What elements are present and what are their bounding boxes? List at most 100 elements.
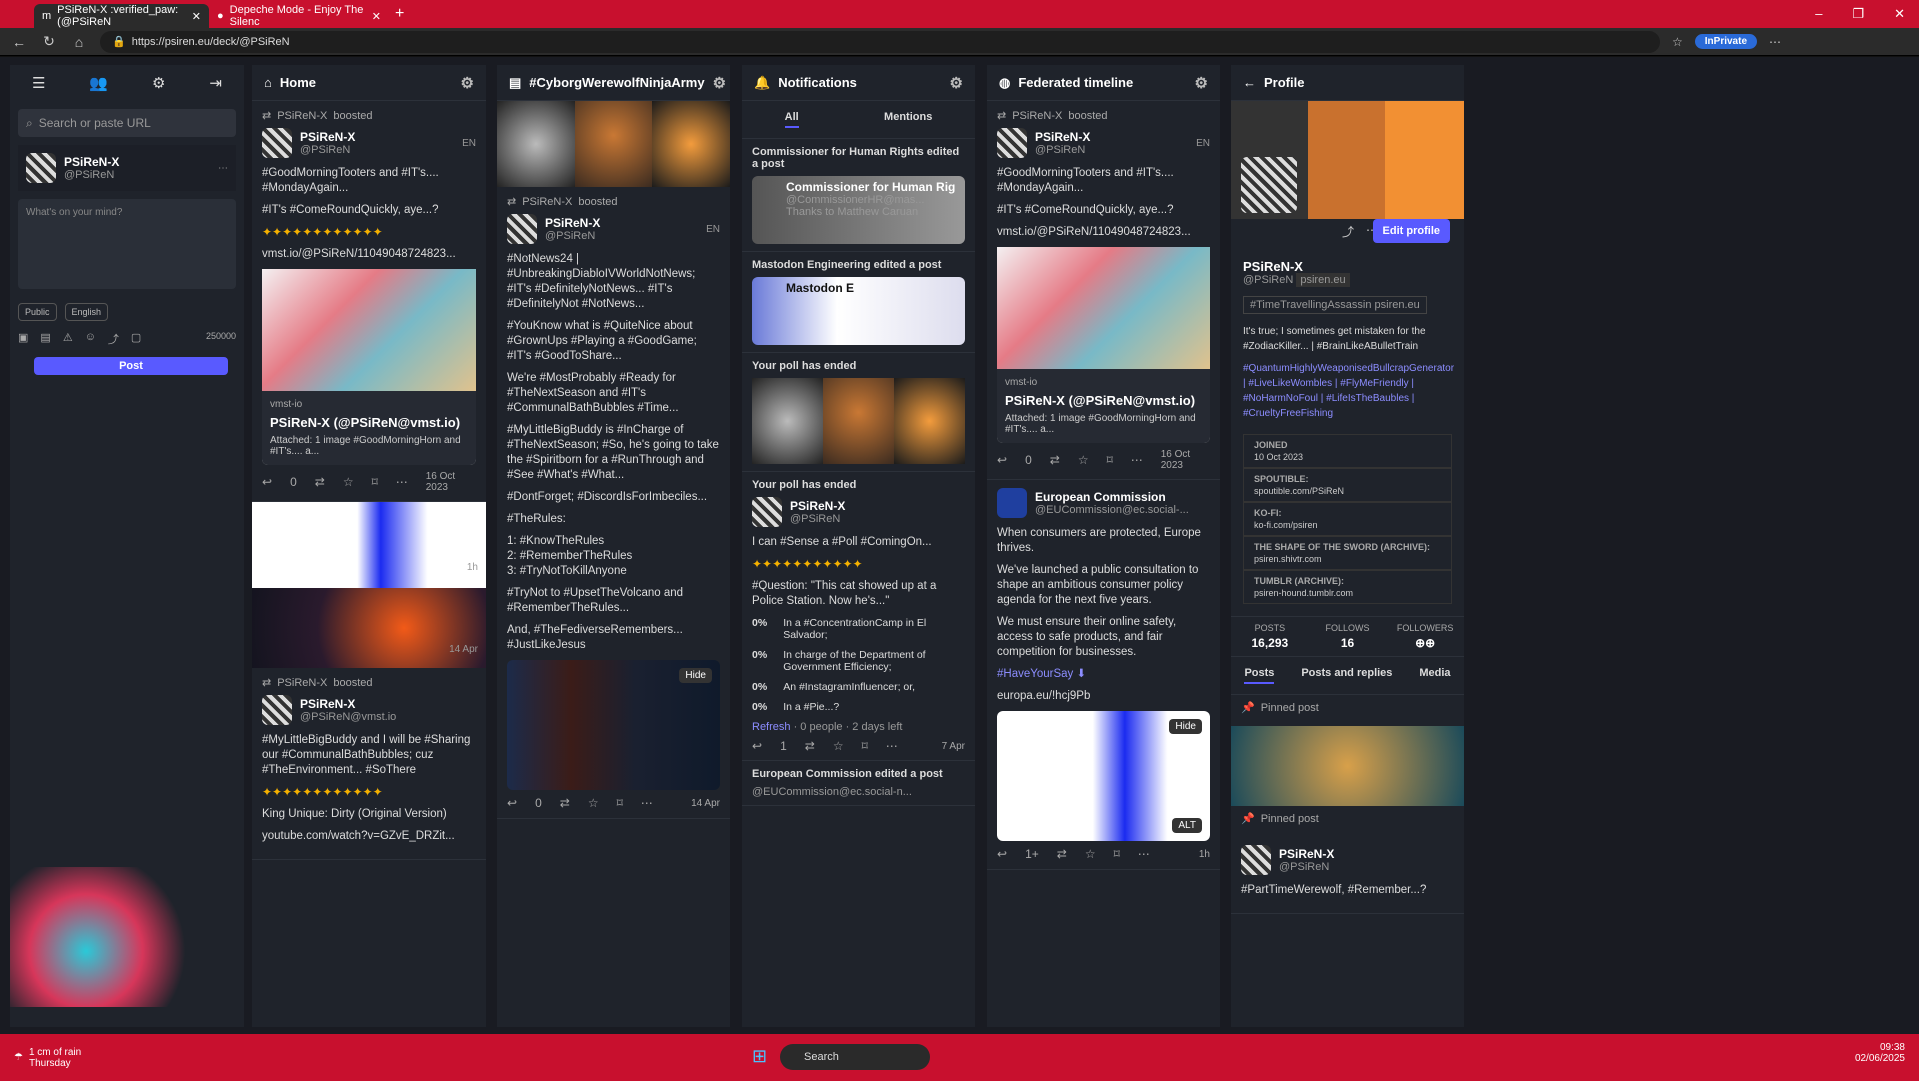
link-preview-card[interactable]: vmst-io PSiReN-X (@PSiReN@vmst.io) Attache… [997,247,1210,443]
emoji-icon[interactable]: ☺ [85,331,96,347]
close-icon[interactable]: ✕ [192,10,201,23]
settings-icon[interactable]: ⚙ [152,74,165,92]
tab-media[interactable]: Media [1419,667,1450,684]
star-icon[interactable]: ☆ [1672,35,1683,49]
more-icon[interactable]: ⋯ [396,475,408,489]
posts-stat[interactable]: POSTS 16,293 [1231,617,1309,656]
collapsed-post-images[interactable] [497,101,730,187]
close-window-icon[interactable]: ✕ [1894,6,1905,22]
post-author[interactable]: PSiReN-X @PSiReN EN [507,214,720,244]
bookmark-icon[interactable]: ⌑ [617,796,623,810]
url-field[interactable]: 🔒 https://psiren.eu/deck/@PSiReN [100,30,1660,53]
tab-mentions[interactable]: Mentions [884,111,932,128]
post-author[interactable]: PSiReN-X @PSiReN@vmst.io [262,695,476,725]
boost-icon[interactable]: ⇄ [805,739,815,753]
post-date[interactable]: 16 Oct 2023 [1161,449,1210,471]
post-link[interactable]: youtube.com/watch?v=GZvE_DRZit... [262,829,476,844]
post-date[interactable]: 1h [467,562,478,573]
inprivate-badge[interactable]: InPrivate [1694,34,1758,49]
post-link[interactable]: vmst.io/@PSiReN/11049048724823... [997,225,1210,240]
status-post[interactable]: ⇄ PSiReN-X boosted PSiReN-X @PSiReN@vmst.io… [252,668,486,860]
status-post[interactable]: ⇄ PSiReN-X boosted PSiReN-X @PSiReN EN #Good… [252,101,486,502]
field-value[interactable]: spoutible.com/PSiReN [1254,486,1441,496]
favourite-icon[interactable]: ☆ [588,796,599,810]
menu-icon[interactable]: ☰ [32,74,45,92]
draft-icon[interactable]: ▢ [131,331,141,347]
post-image[interactable]: Hide ALT [997,711,1210,841]
hide-media-button[interactable]: Hide [679,668,712,683]
post-link[interactable]: vmst.io/@PSiReN/11049048724823... [262,247,476,262]
more-icon[interactable]: ⋯ [641,796,653,810]
maximize-icon[interactable]: ❐ [1852,6,1864,22]
follows-stat[interactable]: FOLLOWS 16 [1309,617,1387,656]
minimize-icon[interactable]: – [1815,6,1822,22]
favourite-icon[interactable]: ☆ [1078,453,1089,467]
post-date[interactable]: 14 Apr [691,798,720,809]
post-author[interactable]: European Commission @EUCommission@ec.soci… [997,488,1210,518]
featured-tag[interactable]: #TimeTravellingAssassin psiren.eu [1243,296,1427,314]
hide-media-button[interactable]: Hide [1169,719,1202,734]
bookmark-icon[interactable]: ⌑ [372,475,378,489]
tab-posts-replies[interactable]: Posts and replies [1301,667,1392,684]
pinned-post-collapsed[interactable] [1231,726,1464,806]
post-author[interactable]: PSiReN-X @PSiReN [752,497,965,527]
notification-item[interactable]: Commissioner for Human Rights edited a p… [742,139,975,252]
notification-preview[interactable] [752,378,965,464]
video-thumbnail[interactable] [997,247,1210,369]
favourite-icon[interactable]: ☆ [833,739,844,753]
post-date[interactable]: 14 Apr [449,644,478,655]
new-tab-button[interactable]: + [395,5,404,23]
gear-icon[interactable]: ⚙ [950,74,963,92]
compose-textarea[interactable]: What's on your mind? [18,199,236,289]
boost-icon[interactable]: ⇄ [1050,453,1060,467]
visibility-button[interactable]: Public [18,303,57,321]
post-author[interactable]: PSiReN-X @PSiReN EN [262,128,476,158]
link-preview-card[interactable]: vmst-io PSiReN-X (@PSiReN@vmst.io) Attache… [262,269,476,465]
media-gallery[interactable]: Hide [507,660,720,790]
back-icon[interactable]: ← [10,34,28,50]
favourite-icon[interactable]: ☆ [1085,847,1096,861]
notification-item[interactable]: European Commission edited a post @EUComm… [742,761,975,806]
people-icon[interactable]: 👥 [89,74,108,92]
bookmark-icon[interactable]: ⌑ [1114,847,1120,861]
followers-stat[interactable]: FOLLOWERS ⊕⊕ [1386,617,1464,656]
more-icon[interactable]: ⋯ [1769,35,1781,49]
more-icon[interactable]: ⋯ [1138,847,1150,861]
edit-profile-button[interactable]: Edit profile [1372,219,1450,243]
status-post[interactable]: ⇄ PSiReN-X boosted PSiReN-X @PSiReN EN #Good… [987,101,1220,480]
poll-icon[interactable]: ▤ [40,331,50,347]
refresh-poll-link[interactable]: Refresh [752,721,791,733]
notification-item[interactable]: Your poll has ended PSiReN-X @PSiReN I ca… [742,472,975,761]
status-post[interactable]: European Commission @EUCommission@ec.soci… [987,480,1220,870]
image-icon[interactable]: ▣ [18,331,28,347]
collapsed-post-fire[interactable]: 14 Apr [252,588,486,668]
reply-icon[interactable]: ↩ [997,847,1007,861]
tab-depeche[interactable]: ● Depeche Mode - Enjoy The Silenc ✕ [209,4,389,28]
logout-icon[interactable]: ⇥ [209,74,222,92]
tab-all[interactable]: All [784,111,799,128]
post-date[interactable]: 16 Oct 2023 [426,471,476,493]
gear-icon[interactable]: ⚙ [461,74,474,92]
close-icon[interactable]: ✕ [372,10,381,23]
bookmark-icon[interactable]: ⌑ [1107,453,1113,467]
bookmark-icon[interactable]: ⌑ [862,739,868,753]
favourite-icon[interactable]: ☆ [343,475,354,489]
status-post[interactable]: ⇄ PSiReN-X boosted PSiReN-X @PSiReN EN #NotN… [497,187,730,819]
share-icon[interactable]: ⤴ [1342,223,1354,240]
more-icon[interactable]: ⋯ [886,739,898,753]
notification-preview[interactable]: Mastodon E [752,277,965,345]
reply-icon[interactable]: ↩ [997,453,1007,467]
more-icon[interactable]: ⋯ [1131,453,1143,467]
field-value[interactable]: ko-fi.com/psiren [1254,520,1441,530]
taskbar-search[interactable]: Search [780,1044,930,1070]
tab-psiren[interactable]: m PSiReN-X :verified_paw: (@PSiReN ✕ [34,4,209,28]
reply-icon[interactable]: ↩ [507,796,517,810]
weather-widget[interactable]: ☂ 1 cm of rain Thursday [14,1047,81,1069]
home-icon[interactable]: ⌂ [70,34,88,50]
boost-icon[interactable]: ⇄ [1057,847,1067,861]
windows-start-icon[interactable]: ⊞ [752,1046,767,1067]
field-value[interactable]: psiren.shivtr.com [1254,554,1441,564]
boost-icon[interactable]: ⇄ [315,475,325,489]
notification-preview[interactable]: Commissioner for Human Rig @CommissionerH… [752,176,965,244]
post-button[interactable]: Post [34,357,228,375]
